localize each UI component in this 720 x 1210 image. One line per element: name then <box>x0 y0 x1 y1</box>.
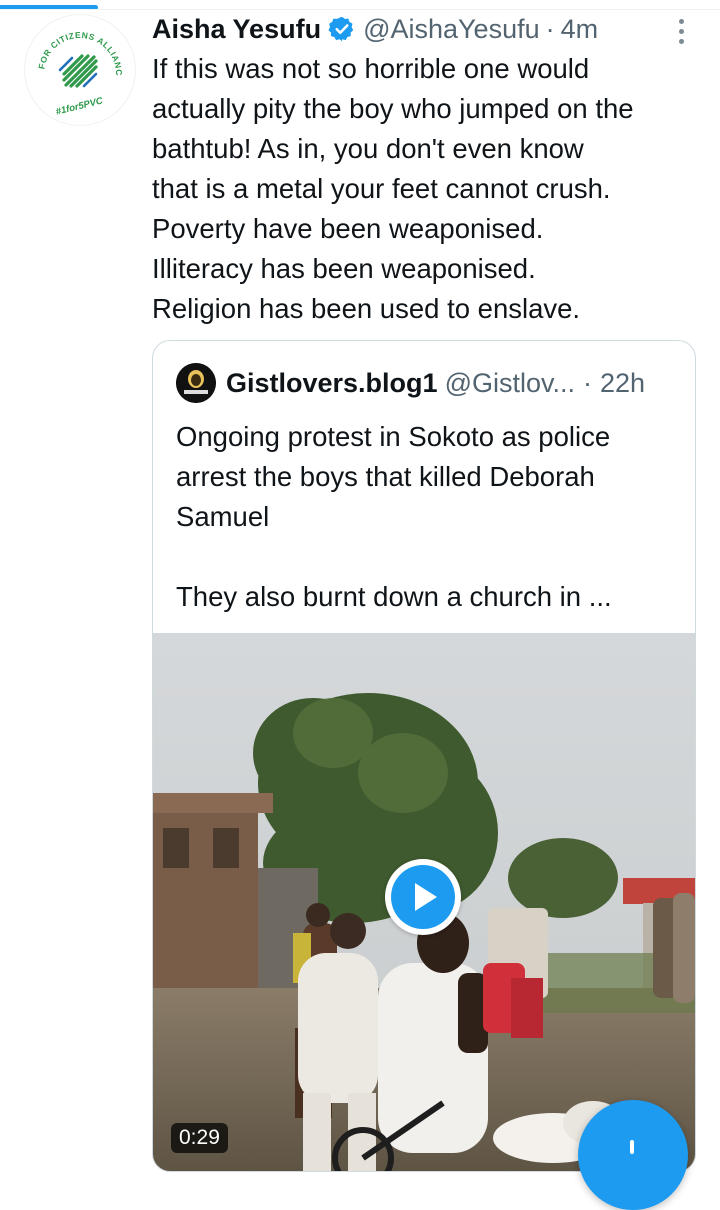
separator-dot: · <box>583 367 592 398</box>
video-duration: 0:29 <box>171 1123 228 1153</box>
for-citizens-alliance-logo-icon: FOR CITIZENS ALLIANCE #1for5PVC <box>24 14 124 118</box>
verified-badge-icon <box>328 15 356 43</box>
quoted-author-handle: @Gistlov... <box>444 367 575 398</box>
tweet-text-line: that is a metal your feet cannot crush. <box>152 173 611 204</box>
quoted-text-line: Samuel <box>176 501 270 532</box>
loading-progress-bar <box>0 0 720 10</box>
play-button[interactable] <box>385 859 461 935</box>
author-handle[interactable]: @AishaYesufu <box>363 14 540 45</box>
logo-tagline: #1for5PVC <box>55 95 104 117</box>
tweet-body: If this was not so horrible one would ac… <box>152 49 712 329</box>
video-player[interactable]: 0:29 <box>153 633 695 1171</box>
play-icon <box>391 865 455 929</box>
quoted-tweet-body: Ongoing protest in Sokoto as police arre… <box>176 417 676 617</box>
tweet-text-line: If this was not so horrible one would <box>152 53 590 84</box>
tweet-text-line: Religion has been used to enslave. <box>152 293 581 324</box>
tweet-text-line: actually pity the boy who jumped on the <box>152 93 634 124</box>
quoted-text-line <box>176 537 676 577</box>
tweet-text-line: Poverty have been weaponised. <box>152 213 544 244</box>
plus-icon <box>630 1140 634 1154</box>
quoted-text-line: Ongoing protest in Sokoto as police <box>176 421 611 452</box>
quoted-author-name: Gistlovers.blog1 <box>226 367 438 398</box>
quoted-tweet-header: Gistlovers.blog1 @Gistlov... · 22h <box>176 363 645 403</box>
tweet-timestamp[interactable]: 4m <box>561 14 599 45</box>
compose-tweet-button[interactable] <box>578 1100 688 1210</box>
tweet-header: Aisha Yesufu @AishaYesufu · 4m <box>152 11 598 47</box>
quoted-tweet-timestamp: 22h <box>600 367 646 398</box>
quoted-text-line: arrest the boys that killed Deborah <box>176 461 595 492</box>
quoted-tweet-card[interactable]: Gistlovers.blog1 @Gistlov... · 22h Ongoi… <box>152 340 696 1172</box>
tweet-text-line: Illiteracy has been weaponised. <box>152 253 536 284</box>
quoted-text-line: They also burnt down a church in ... <box>176 581 612 612</box>
more-options-icon[interactable] <box>664 14 698 48</box>
separator-dot: · <box>545 13 555 44</box>
author-avatar[interactable]: FOR CITIZENS ALLIANCE #1for5PVC <box>24 14 136 126</box>
divider <box>0 9 720 10</box>
logo-arc-text: FOR CITIZENS ALLIANCE <box>24 14 124 76</box>
quoted-author-avatar <box>176 363 216 403</box>
tweet-text-line: bathtub! As in, you don't even know <box>152 133 584 164</box>
author-name[interactable]: Aisha Yesufu <box>152 14 321 45</box>
